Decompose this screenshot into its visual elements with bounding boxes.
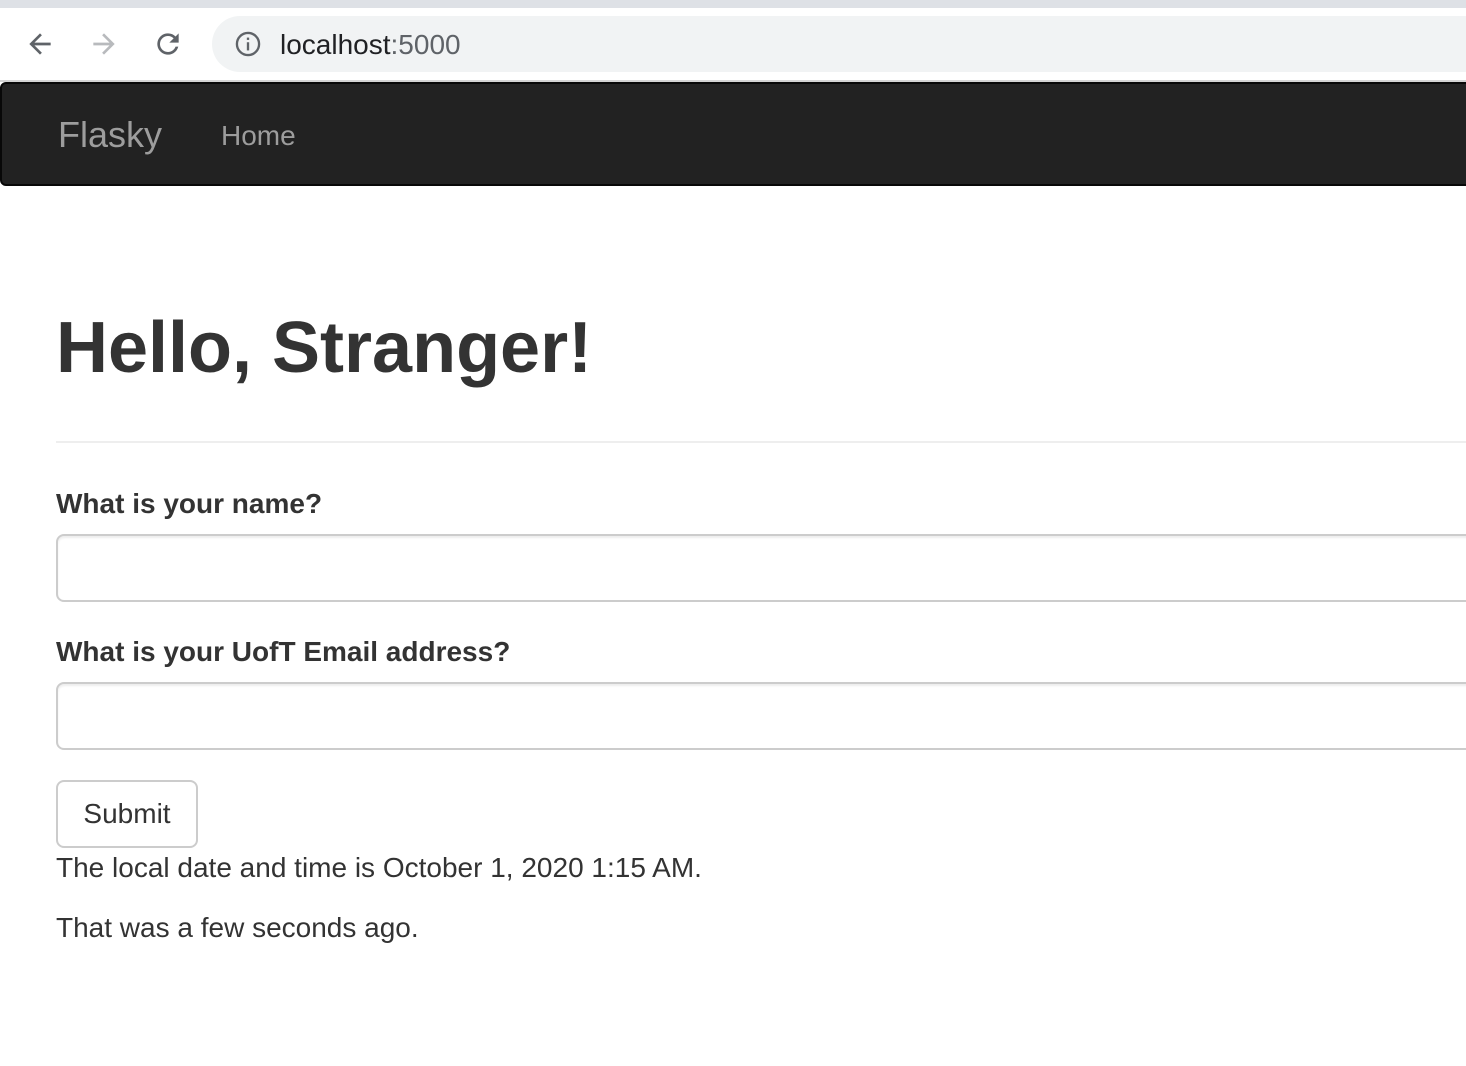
local-datetime-text: The local date and time is October 1, 20… <box>56 852 702 883</box>
page-title: Hello, Stranger! <box>56 308 593 388</box>
nav-link-home[interactable]: Home <box>221 120 296 152</box>
navbar-brand[interactable]: Flasky <box>58 114 162 156</box>
email-label: What is your UofT Email address? <box>56 636 511 667</box>
arrow-left-icon <box>29 33 51 55</box>
name-input[interactable] <box>56 534 1466 602</box>
arrow-right-icon <box>93 33 115 55</box>
email-input[interactable] <box>56 682 1466 750</box>
address-url[interactable]: localhost:5000 <box>280 30 461 60</box>
back-button[interactable] <box>20 24 60 64</box>
address-bar[interactable]: localhost:5000 <box>212 16 1466 72</box>
name-label: What is your name? <box>56 488 323 519</box>
submit-button[interactable]: Submit <box>56 780 198 848</box>
top-navbar: Flasky Home <box>0 82 1466 186</box>
reload-button[interactable] <box>148 24 188 64</box>
forward-button[interactable] <box>84 24 124 64</box>
header-divider <box>56 441 1466 443</box>
browser-toolbar: localhost:5000 <box>0 8 1466 82</box>
reload-icon <box>157 33 179 55</box>
url-host: localhost <box>280 29 391 60</box>
url-port: :5000 <box>390 29 461 60</box>
info-icon[interactable] <box>234 30 262 58</box>
relative-time-text: That was a few seconds ago. <box>56 912 419 943</box>
browser-tab-strip <box>0 0 1466 8</box>
